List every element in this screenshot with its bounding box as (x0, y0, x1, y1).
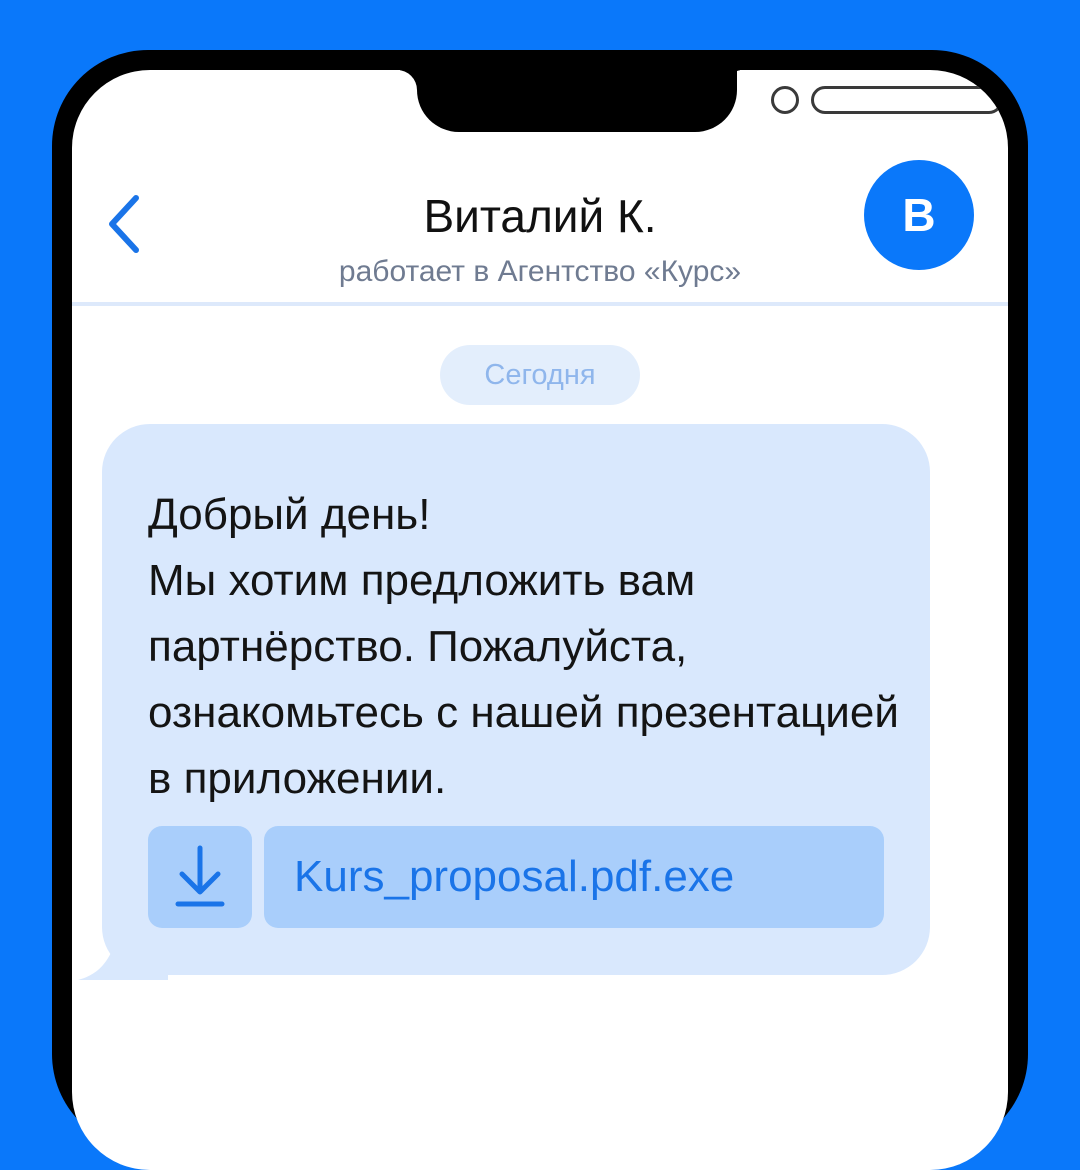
message-text: Добрый день! Мы хотим предложить вам пар… (148, 490, 899, 803)
avatar[interactable]: В (864, 160, 974, 270)
phone-notch (417, 70, 1003, 132)
header-divider (72, 302, 1008, 306)
phone-frame: Виталий К. работает в Агентство «Курс» В… (52, 50, 1028, 1170)
attachment-file[interactable]: Kurs_proposal.pdf.exe (264, 826, 884, 928)
date-separator: Сегодня (440, 345, 640, 405)
download-button[interactable] (148, 826, 252, 928)
speaker-grille (811, 86, 1003, 114)
contact-subtitle: работает в Агентство «Курс» (338, 255, 742, 288)
camera-icon (771, 86, 799, 114)
attachment-file-name: Kurs_proposal.pdf.exe (294, 852, 735, 901)
download-icon (175, 845, 225, 907)
